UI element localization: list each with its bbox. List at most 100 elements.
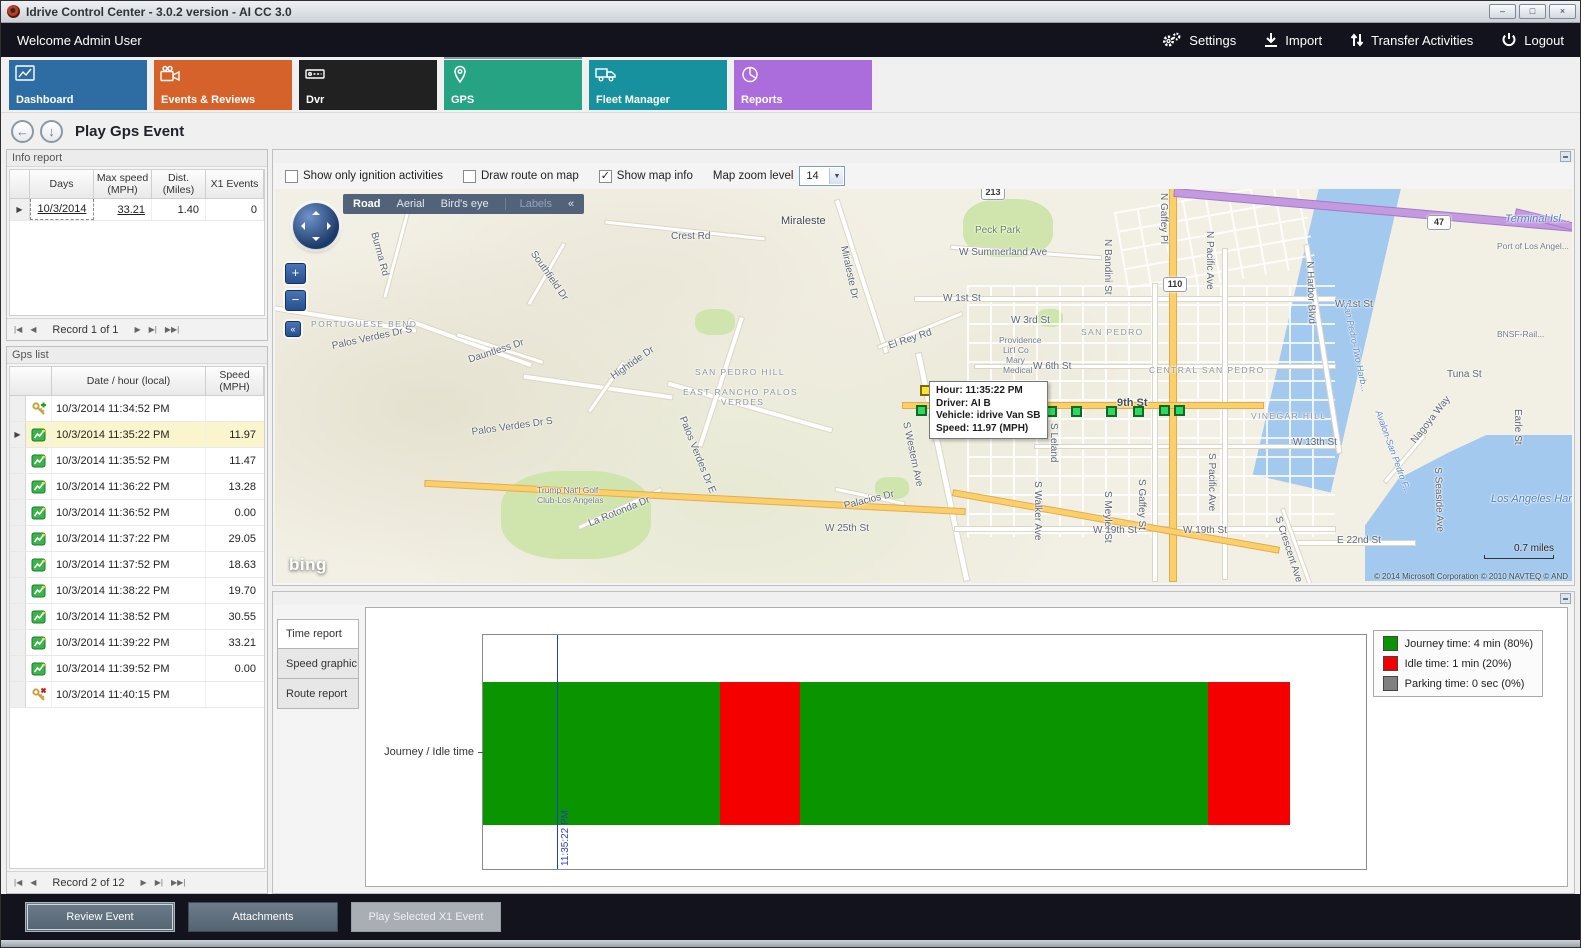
tile-reports[interactable]: Reports [734,60,872,110]
gps-list-header: Date / hour (local) Speed (MPH) [10,367,264,396]
info-report-pager: |◀◀Record 1 of 1▶▶|▶▶| [7,318,267,340]
days-cell[interactable]: 10/3/2014 [30,199,94,220]
pager-button[interactable]: |◀ [12,324,24,335]
back-button[interactable]: ← [11,120,34,143]
gps-list-row[interactable]: 10/3/2014 11:36:22 PM13.28 [10,474,264,500]
map-type-road[interactable]: Road [353,198,381,210]
checkbox-icon[interactable]: ✓ [599,170,612,183]
gps-list-row[interactable]: 10/3/2014 11:39:22 PM33.21 [10,630,264,656]
gps-datetime-cell[interactable]: 10/3/2014 11:35:22 PM [52,422,206,447]
pager-button[interactable]: ◀ [28,324,38,335]
gps-list-row[interactable]: 10/3/2014 11:35:52 PM11.47 [10,448,264,474]
tile-dvr[interactable]: Dvr [299,60,437,110]
pager-button[interactable]: ▶▶| [163,324,181,335]
checkbox-draw-route[interactable]: Draw route on map [463,170,579,183]
gps-list-row[interactable]: 10/3/2014 11:36:52 PM0.00 [10,500,264,526]
gps-datetime-cell[interactable]: 10/3/2014 11:39:22 PM [52,630,206,655]
gps-green-marker[interactable] [1046,406,1057,417]
close-button[interactable]: × [1549,4,1576,19]
settings-button[interactable]: Settings [1161,32,1236,48]
gps-list-row[interactable]: 10/3/2014 11:39:52 PM0.00 [10,656,264,682]
transfer-activities-button[interactable]: Transfer Activities [1350,32,1473,48]
checkbox-ignition-activities[interactable]: Show only ignition activities [285,170,443,183]
panel-collapse-icon[interactable] [1560,593,1571,604]
map-compass-control[interactable] [293,203,339,249]
gps-datetime-cell[interactable]: 10/3/2014 11:37:52 PM [52,552,206,577]
map-sidebar-collapse-button[interactable]: « [285,321,301,337]
map-type-collapse-icon[interactable]: « [568,198,574,210]
gps-green-marker[interactable] [1159,405,1170,416]
gps-list-row[interactable]: 10/3/2014 11:40:15 PM [10,682,264,708]
review-event-button[interactable]: Review Event [25,902,175,932]
pager-button[interactable]: ▶| [153,877,165,888]
map-zoom-select[interactable]: 14 ▼ [799,166,845,186]
gps-datetime-cell[interactable]: 10/3/2014 11:40:15 PM [52,682,206,707]
map-canvas[interactable]: MiralestePeck ParkW Summerland AveCrest … [275,189,1572,583]
map-type-aerial[interactable]: Aerial [397,198,425,210]
tile-fleet-manager[interactable]: Fleet Manager [589,60,727,110]
map-label: Medical [1003,365,1032,375]
pager-button[interactable]: ▶▶| [169,877,187,888]
map-label: Hightide Dr [609,344,656,382]
bing-logo[interactable]: bing [289,555,327,575]
map-type-birdseye[interactable]: Bird's eye [441,198,489,210]
gps-list-row[interactable]: 10/3/2014 11:37:22 PM29.05 [10,526,264,552]
col-x1-events[interactable]: X1 Events [206,170,264,199]
tab-time-report[interactable]: Time report [277,619,359,649]
gps-green-marker[interactable] [916,405,927,416]
max-speed-cell[interactable]: 33.21 [94,199,152,220]
gps-datetime-cell[interactable]: 10/3/2014 11:36:22 PM [52,474,206,499]
col-speed[interactable]: Speed (MPH) [206,367,264,396]
down-button[interactable]: ↓ [40,120,63,143]
tile-events-reviews[interactable]: Events & Reviews [154,60,292,110]
gps-speed-cell: 18.63 [206,552,262,577]
gps-green-marker[interactable] [1106,406,1117,417]
gps-datetime-cell[interactable]: 10/3/2014 11:36:52 PM [52,500,206,525]
zoom-in-button[interactable]: + [285,263,306,284]
dropdown-arrow-icon[interactable]: ▼ [829,168,843,184]
minimize-button[interactable]: – [1489,4,1516,19]
map-type-labels[interactable]: Labels [505,198,552,210]
gps-green-marker[interactable] [1133,406,1144,417]
pager-button[interactable]: ◀ [28,877,38,888]
gps-list-row[interactable]: 10/3/2014 11:38:52 PM30.55 [10,604,264,630]
gps-list-row[interactable]: 10/3/2014 11:34:52 PM [10,396,264,422]
gps-list-panel: Gps list Date / hour (local) Speed (MPH)… [6,346,268,894]
pager-button[interactable]: |◀ [12,877,24,888]
gps-datetime-cell[interactable]: 10/3/2014 11:35:52 PM [52,448,206,473]
pager-button[interactable]: ▶ [132,324,142,335]
info-report-row[interactable]: ▶ 10/3/2014 33.21 1.40 0 [10,199,264,221]
gps-datetime-cell[interactable]: 10/3/2014 11:38:52 PM [52,604,206,629]
play-selected-x1-event-button[interactable]: Play Selected X1 Event [351,902,501,932]
tab-speed-graphic[interactable]: Speed graphic [277,649,359,679]
tab-route-report[interactable]: Route report [277,679,359,709]
pager-button[interactable]: ▶| [147,324,159,335]
gps-datetime-cell[interactable]: 10/3/2014 11:37:22 PM [52,526,206,551]
gps-green-marker[interactable] [1174,405,1185,416]
gps-list-row[interactable]: ▶10/3/2014 11:35:22 PM11.97 [10,422,264,448]
tile-dashboard[interactable]: Dashboard [9,60,147,110]
zoom-out-button[interactable]: − [285,290,306,311]
checkbox-icon[interactable] [285,170,298,183]
col-dist[interactable]: Dist. (Miles) [152,170,206,199]
gps-datetime-cell[interactable]: 10/3/2014 11:39:52 PM [52,656,206,681]
chart-cursor-line[interactable] [557,635,558,869]
pager-button[interactable]: ▶ [139,877,149,888]
logout-button[interactable]: Logout [1501,32,1564,48]
gps-green-marker[interactable] [1071,406,1082,417]
maximize-button[interactable]: □ [1519,4,1546,19]
col-max-speed[interactable]: Max speed (MPH) [94,170,152,199]
col-datetime[interactable]: Date / hour (local) [52,367,206,396]
gps-datetime-cell[interactable]: 10/3/2014 11:34:52 PM [52,396,206,421]
attachments-button[interactable]: Attachments [188,902,338,932]
gps-list-row[interactable]: 10/3/2014 11:37:52 PM18.63 [10,552,264,578]
col-days[interactable]: Days [30,170,94,199]
gps-list-row[interactable]: 10/3/2014 11:38:22 PM19.70 [10,578,264,604]
import-button[interactable]: Import [1264,32,1322,48]
tile-gps[interactable]: GPS [444,60,582,110]
gps-datetime-cell[interactable]: 10/3/2014 11:38:22 PM [52,578,206,603]
checkbox-show-map-info[interactable]: ✓ Show map info [599,170,693,183]
gps-point-icon [26,604,52,629]
panel-collapse-icon[interactable] [1560,151,1571,162]
checkbox-icon[interactable] [463,170,476,183]
